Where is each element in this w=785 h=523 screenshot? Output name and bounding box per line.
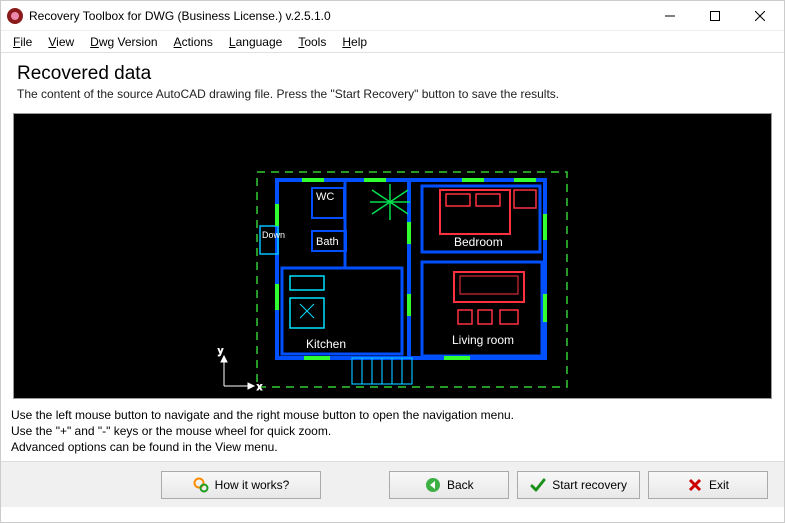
drawing-preview[interactable]: WC Bath Down Kitchen Bedroom Living room: [13, 113, 772, 399]
menu-dwg[interactable]: Dwg Version: [84, 33, 163, 51]
back-arrow-icon: [425, 477, 441, 493]
room-label-bath: Bath: [316, 236, 339, 248]
maximize-button[interactable]: [692, 2, 737, 30]
footer: How it works? Back Start recovery Exit: [1, 461, 784, 507]
axis-x: x: [257, 382, 262, 393]
titlebar: Recovery Toolbox for DWG (Business Licen…: [1, 1, 784, 31]
room-label-bedroom: Bedroom: [454, 235, 503, 249]
button-label: How it works?: [215, 478, 290, 492]
back-button[interactable]: Back: [389, 471, 509, 499]
exit-button[interactable]: Exit: [648, 471, 768, 499]
header: Recovered data The content of the source…: [1, 53, 784, 107]
hint-line: Use the "+" and "-" keys or the mouse wh…: [11, 423, 774, 439]
menu-help[interactable]: Help: [336, 33, 373, 51]
minimize-button[interactable]: [647, 2, 692, 30]
menu-file[interactable]: File: [7, 33, 38, 51]
button-label: Back: [447, 478, 474, 492]
close-button[interactable]: [737, 2, 782, 30]
label-down: Down: [262, 230, 285, 240]
check-icon: [530, 477, 546, 493]
menu-tools[interactable]: Tools: [292, 33, 332, 51]
menu-actions[interactable]: Actions: [168, 33, 219, 51]
menubar: File View Dwg Version Actions Language T…: [1, 31, 784, 53]
room-label-wc: WC: [316, 191, 334, 203]
window-title: Recovery Toolbox for DWG (Business Licen…: [29, 9, 647, 23]
menu-view[interactable]: View: [42, 33, 80, 51]
room-label-living: Living room: [452, 333, 514, 347]
room-label-kitchen: Kitchen: [306, 337, 346, 351]
page-title: Recovered data: [17, 63, 768, 85]
axis-y: y: [218, 346, 223, 357]
hints: Use the left mouse button to navigate an…: [1, 403, 784, 461]
button-label: Start recovery: [552, 478, 627, 492]
menu-language[interactable]: Language: [223, 33, 288, 51]
close-icon: [687, 477, 703, 493]
button-label: Exit: [709, 478, 729, 492]
app-icon: [7, 8, 23, 24]
hint-line: Advanced options can be found in the Vie…: [11, 439, 774, 455]
how-it-works-button[interactable]: How it works?: [161, 471, 321, 499]
gear-icon: [193, 477, 209, 493]
hint-line: Use the left mouse button to navigate an…: [11, 407, 774, 423]
start-recovery-button[interactable]: Start recovery: [517, 471, 640, 499]
page-subtitle: The content of the source AutoCAD drawin…: [17, 87, 768, 101]
